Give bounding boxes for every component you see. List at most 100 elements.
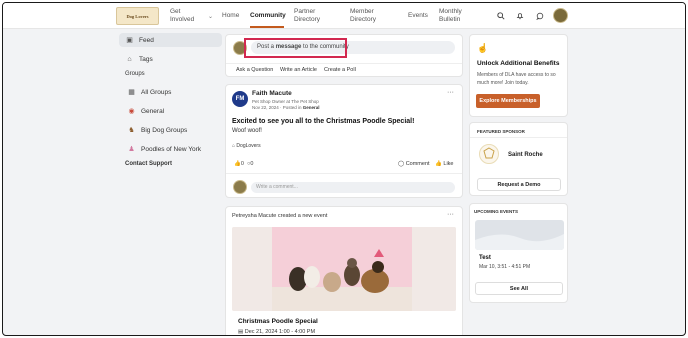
sponsor-card: FEATURED SPONSOR Saint Roche Request a D… [469, 122, 568, 196]
event-name[interactable]: Test [479, 255, 491, 261]
nav-member-line2: Directory [350, 16, 377, 23]
post-body: Woof woof! [232, 128, 262, 134]
event-title[interactable]: Christmas Poodle Special [238, 318, 318, 325]
event-date-text: Dec 21, 2024 1:00 - 4:00 PM [244, 329, 316, 335]
commenter-avatar [233, 180, 247, 194]
nav-partner-line1: Partner [294, 8, 316, 15]
benefits-text-line2: much more! Join today. [477, 80, 529, 86]
comment-icon: ◯ [398, 161, 405, 167]
nav-monthly-bulletin[interactable]: Monthly Bulletin [439, 8, 462, 24]
request-demo-button[interactable]: Request a Demo [477, 178, 561, 191]
search-icon[interactable] [495, 10, 507, 22]
event-thumbnail[interactable] [475, 220, 564, 250]
top-navigation: Dog Lovers Get Involved ⌄ Home Community… [3, 3, 685, 29]
reaction-counts: 👍0 ○0 [234, 161, 253, 167]
create-poll-button[interactable]: Create a Poll [324, 67, 356, 73]
event-post-author[interactable]: Petreysha Macute [232, 213, 276, 219]
more-options-icon[interactable]: ··· [447, 211, 454, 218]
nav-member-directory[interactable]: Member Directory [350, 8, 376, 24]
nav-get-involved[interactable]: Get Involved [170, 8, 194, 24]
explore-memberships-button[interactable]: Explore Memberships [476, 94, 540, 108]
browser-frame: Dog Lovers Get Involved ⌄ Home Community… [2, 2, 686, 336]
site-logo[interactable]: Dog Lovers [116, 7, 159, 25]
sponsor-name[interactable]: Saint Roche [508, 152, 543, 158]
groups-heading: Groups [125, 71, 145, 77]
see-all-events-button[interactable]: See All [475, 282, 563, 295]
chevron-down-icon[interactable]: ⌄ [208, 13, 213, 20]
globe-icon: ◉ [128, 108, 135, 115]
write-article-button[interactable]: Write an Article [280, 67, 317, 73]
post-tag[interactable]: ⌂ DogLovers [232, 143, 261, 149]
nav-get-involved-line2: Involved [170, 16, 195, 23]
sidebar-item-label: Poodles of New York [141, 145, 201, 153]
logo-text: Dog Lovers [126, 13, 149, 19]
event-placeholder-image [475, 234, 564, 250]
tag-icon: ⌂ [127, 55, 132, 63]
post-divider [226, 173, 462, 174]
left-sidebar: ▣ Feed ⌂ Tags Groups ▦ All Groups ◉ Gene… [119, 33, 222, 167]
sidebar-item-feed[interactable]: ▣ Feed [119, 33, 222, 47]
nav-bulletin-line1: Monthly [439, 8, 462, 15]
post-author[interactable]: Faith Macute [252, 90, 292, 97]
sidebar-item-poodles-of-new-york[interactable]: ♟ Poodles of New York [119, 142, 222, 156]
comment-button[interactable]: ◯ Comment [398, 161, 430, 167]
upcoming-events-card: UPCOMING EVENTS Test Mar 10, 3:51 - 4:51… [469, 203, 568, 303]
tag-icon: ⌂ [232, 143, 236, 149]
nav-home[interactable]: Home [222, 12, 239, 20]
nav-get-involved-line1: Get [170, 8, 181, 15]
sidebar-item-label: Feed [139, 36, 154, 44]
sidebar-item-all-groups[interactable]: ▦ All Groups [119, 85, 222, 99]
ask-question-button[interactable]: Ask a Question [236, 67, 273, 73]
sponsor-heading: FEATURED SPONSOR [477, 129, 525, 134]
benefits-title: Unlock Additional Benefits [477, 60, 560, 67]
sponsor-logo[interactable] [479, 144, 499, 164]
benefits-text-line1: Members of DLA have access to so [477, 72, 556, 78]
sidebar-item-label: All Groups [141, 88, 172, 96]
dogs-photo [232, 227, 456, 311]
contact-support-link[interactable]: Contact Support [125, 161, 222, 167]
sidebar-item-label: General [141, 107, 165, 115]
event-post: Petreysha Macute created a new event ···… [225, 206, 463, 335]
events-heading: UPCOMING EVENTS [474, 209, 519, 214]
sidebar-item-label: Big Dog Groups [141, 126, 188, 134]
chat-icon[interactable] [534, 10, 546, 22]
like-button[interactable]: 👍 Like [435, 161, 453, 167]
sidebar-item-tags[interactable]: ⌂ Tags [119, 52, 222, 66]
poodle-icon: ♟ [128, 146, 135, 153]
post-group-link[interactable]: General [303, 105, 320, 110]
feed-post: FM Faith Macute Pet Shop Owner at The Pe… [225, 84, 463, 198]
sidebar-item-label: Tags [139, 55, 153, 63]
event-date: ▤ Dec 21, 2024 1:00 - 4:00 PM [238, 329, 315, 335]
nav-member-line1: Member [350, 8, 374, 15]
comment-count: 0 [250, 161, 254, 167]
nav-partner-directory[interactable]: Partner Directory [294, 8, 320, 24]
event-post-header: Petreysha Macute created a new event [232, 213, 327, 219]
nav-community[interactable]: Community [250, 12, 286, 20]
sidebar-item-general[interactable]: ◉ General [119, 104, 222, 118]
nav-partner-line2: Directory [294, 16, 321, 23]
event-post-action: created a new event [276, 213, 328, 219]
like-count: 0 [240, 161, 244, 167]
calendar-icon: ▤ [238, 329, 244, 335]
grid-icon: ▦ [128, 89, 135, 96]
comment-input[interactable]: Write a comment... [251, 182, 455, 193]
author-avatar[interactable]: FM [232, 91, 248, 107]
crest-icon [483, 147, 495, 159]
tag-label: DogLovers [236, 143, 261, 149]
user-avatar[interactable] [553, 8, 568, 23]
bell-icon[interactable] [514, 10, 526, 22]
post-title: Excited to see you all to the Christmas … [232, 118, 415, 125]
dog-icon: ♞ [128, 127, 135, 134]
event-time: Mar 10, 3:51 - 4:51 PM [479, 264, 531, 270]
post-meta: Nov 22, 2024 · Posted in General [252, 105, 320, 110]
post-author-role: Pet Shop Owner at The Pet Shop [252, 99, 319, 104]
more-options-icon[interactable]: ··· [447, 89, 454, 96]
benefits-card: ☝ Unlock Additional Benefits Members of … [469, 34, 568, 117]
sidebar-item-big-dog-groups[interactable]: ♞ Big Dog Groups [119, 123, 222, 137]
nav-events[interactable]: Events [408, 12, 428, 20]
highlight-box [244, 38, 347, 58]
composer-actions: Ask a Question Write an Article Create a… [226, 63, 462, 76]
event-image[interactable] [232, 227, 456, 311]
thumbs-up-icon: ☝ [477, 43, 489, 53]
nav-bulletin-line2: Bulletin [439, 16, 461, 23]
